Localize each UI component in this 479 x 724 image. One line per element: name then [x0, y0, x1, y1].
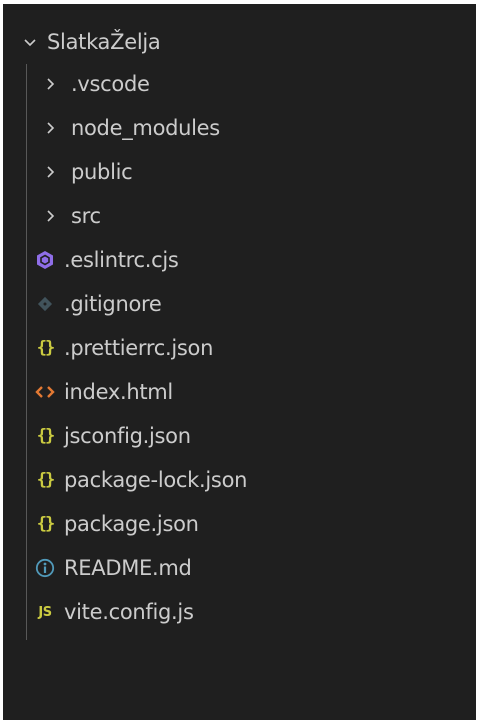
file-label: .eslintrc.cjs	[64, 248, 179, 272]
git-icon	[34, 293, 56, 315]
file-gitignore[interactable]: .gitignore	[3, 284, 479, 324]
file-label: .gitignore	[64, 292, 162, 316]
file-label: index.html	[64, 380, 173, 404]
chevron-right-icon	[39, 205, 61, 227]
file-index-html[interactable]: index.html	[3, 372, 479, 412]
html-icon	[34, 381, 56, 403]
file-label: vite.config.js	[64, 600, 194, 624]
file-vite-config[interactable]: JS vite.config.js	[3, 592, 479, 632]
chevron-right-icon	[39, 117, 61, 139]
js-icon: JS	[38, 604, 52, 620]
root-folder-label: SlatkaŽelja	[47, 30, 161, 54]
folder-label: public	[71, 160, 133, 184]
chevron-right-icon	[39, 73, 61, 95]
folder-vscode[interactable]: .vscode	[3, 64, 479, 104]
file-eslintrc[interactable]: .eslintrc.cjs	[3, 240, 479, 280]
file-package-lock[interactable]: {} package-lock.json	[3, 460, 479, 500]
file-package-json[interactable]: {} package.json	[3, 504, 479, 544]
info-icon	[34, 557, 56, 579]
eslint-icon	[34, 249, 56, 271]
file-readme[interactable]: README.md	[3, 548, 479, 588]
chevron-right-icon	[39, 161, 61, 183]
json-icon: {}	[36, 338, 55, 358]
folder-node-modules[interactable]: node_modules	[3, 108, 479, 148]
file-label: jsconfig.json	[64, 424, 191, 448]
folder-label: node_modules	[71, 116, 220, 140]
folder-label: src	[71, 204, 101, 228]
file-label: README.md	[64, 556, 192, 580]
folder-public[interactable]: public	[3, 152, 479, 192]
json-icon: {}	[36, 514, 55, 534]
file-label: .prettierrc.json	[64, 336, 214, 360]
chevron-down-icon	[19, 31, 41, 53]
root-folder[interactable]: SlatkaŽelja	[3, 22, 479, 62]
file-label: package-lock.json	[64, 468, 248, 492]
json-icon: {}	[36, 470, 55, 490]
file-prettierrc[interactable]: {} .prettierrc.json	[3, 328, 479, 368]
explorer-panel: SlatkaŽelja .vscode node_modules public …	[3, 4, 476, 720]
json-icon: {}	[36, 426, 55, 446]
file-label: package.json	[64, 512, 199, 536]
folder-label: .vscode	[71, 72, 150, 96]
folder-src[interactable]: src	[3, 196, 479, 236]
file-jsconfig[interactable]: {} jsconfig.json	[3, 416, 479, 456]
